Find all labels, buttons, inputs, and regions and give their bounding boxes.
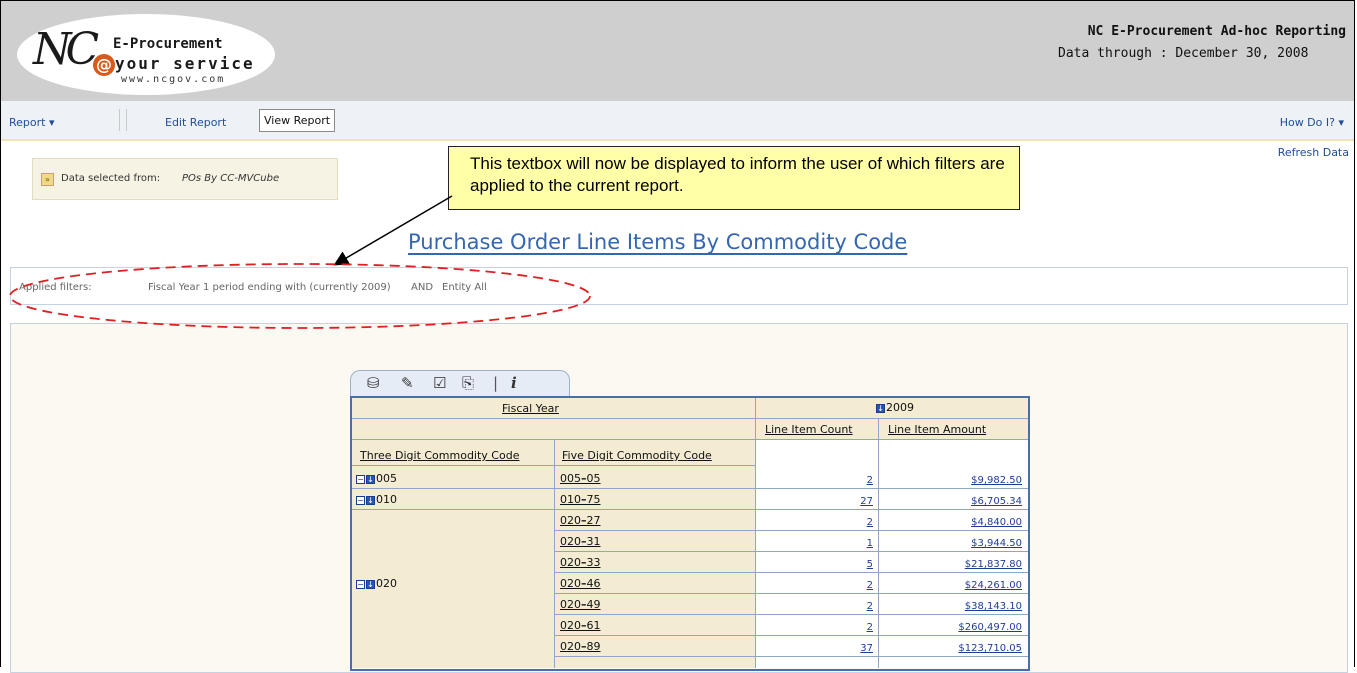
five-digit-code[interactable]: 005–05 — [560, 472, 601, 485]
drill-down-icon[interactable]: ↓ — [366, 495, 375, 505]
line-item-count-header[interactable]: Line Item Count — [765, 423, 853, 436]
line-item-amount-header[interactable]: Line Item Amount — [888, 423, 986, 436]
five-digit-header[interactable]: Five Digit Commodity Code — [562, 449, 712, 462]
code-prefix: 020 — [560, 535, 581, 548]
drill-down-icon[interactable]: ↓ — [366, 474, 375, 484]
grid-line — [352, 439, 1028, 440]
grid-line — [554, 635, 1028, 636]
line-item-count[interactable]: 2 — [756, 601, 873, 612]
line-item-count[interactable]: 27 — [756, 496, 873, 507]
code-suffix: 49 — [586, 598, 601, 611]
three-digit-code[interactable]: − ↓ 005 — [356, 472, 397, 485]
five-digit-code[interactable]: 020–33 — [560, 556, 601, 569]
three-digit-label: 020 — [376, 577, 397, 590]
line-item-amount[interactable]: $9,982.50 — [879, 475, 1022, 486]
code-prefix: 010 — [560, 493, 581, 506]
line-item-amount[interactable]: $4,840.00 — [879, 517, 1022, 528]
five-digit-code[interactable]: 020–27 — [560, 514, 601, 527]
values-area — [755, 439, 1028, 668]
code-suffix: 31 — [586, 535, 601, 548]
three-digit-code[interactable]: − ↓ 010 — [356, 493, 397, 506]
year-label: 2009 — [886, 401, 914, 414]
line-item-amount[interactable]: $38,143.10 — [879, 601, 1022, 612]
grid-line — [554, 593, 1028, 594]
line-item-count[interactable]: 2 — [756, 475, 873, 486]
five-digit-code[interactable]: 010–75 — [560, 493, 601, 506]
code-suffix: 05 — [586, 472, 601, 485]
collapse-icon[interactable]: − — [356, 495, 365, 505]
code-prefix: 020 — [560, 619, 581, 632]
line-item-count[interactable]: 2 — [756, 622, 873, 633]
grid-line — [554, 440, 555, 668]
code-suffix: 46 — [586, 577, 601, 590]
line-item-count[interactable]: 1 — [756, 538, 873, 549]
collapse-icon[interactable]: − — [356, 579, 365, 589]
line-item-amount[interactable]: $21,837.80 — [879, 559, 1022, 570]
line-item-amount[interactable]: $123,710.05 — [879, 643, 1022, 654]
three-digit-label: 010 — [376, 493, 397, 506]
code-suffix: 33 — [586, 556, 601, 569]
drill-icon[interactable]: ⛁ — [367, 374, 380, 392]
annotation-arrow — [333, 195, 453, 266]
toolbar-separator: | — [493, 374, 499, 392]
line-item-count[interactable]: 2 — [756, 517, 873, 528]
five-digit-code[interactable]: 020–31 — [560, 535, 601, 548]
grid-line — [554, 530, 1028, 531]
report-action-toolbar: ⛁ ✎ ☑ ⎘ | i — [350, 370, 570, 397]
code-prefix: 020 — [560, 577, 581, 590]
grid-line — [554, 572, 1028, 573]
checklist-icon[interactable]: ☑ — [433, 374, 446, 392]
code-prefix: 005 — [560, 472, 581, 485]
grid-line — [554, 656, 1028, 657]
pivot-table: Fiscal Year ↓ 2009 Line Item Count Line I… — [350, 396, 1030, 671]
five-digit-code[interactable]: 020–46 — [560, 577, 601, 590]
drill-down-icon[interactable]: ↓ — [876, 403, 885, 413]
grid-line — [554, 551, 1028, 552]
three-digit-code[interactable]: − ↓ 020 — [356, 577, 397, 590]
five-digit-code[interactable]: 020–61 — [560, 619, 601, 632]
five-digit-code[interactable]: 020–89 — [560, 640, 601, 653]
year-header[interactable]: ↓ 2009 — [876, 401, 914, 414]
grid-line — [554, 509, 1028, 510]
drill-down-icon[interactable]: ↓ — [366, 579, 375, 589]
code-prefix: 020 — [560, 640, 581, 653]
info-icon[interactable]: i — [511, 374, 517, 392]
edit-properties-icon[interactable]: ✎ — [401, 374, 414, 392]
grid-line — [554, 614, 1028, 615]
code-suffix: 89 — [586, 640, 601, 653]
code-suffix: 61 — [586, 619, 601, 632]
code-suffix: 27 — [586, 514, 601, 527]
five-digit-code[interactable]: 020–49 — [560, 598, 601, 611]
code-suffix: 75 — [586, 493, 601, 506]
collapse-icon[interactable]: − — [356, 474, 365, 484]
code-prefix: 020 — [560, 514, 581, 527]
code-prefix: 020 — [560, 556, 581, 569]
line-item-amount[interactable]: $6,705.34 — [879, 496, 1022, 507]
grid-line — [352, 418, 1028, 419]
code-prefix: 020 — [560, 598, 581, 611]
line-item-amount[interactable]: $24,261.00 — [879, 580, 1022, 591]
line-item-count[interactable]: 37 — [756, 643, 873, 654]
line-item-count[interactable]: 2 — [756, 580, 873, 591]
grid-line — [554, 488, 1028, 489]
line-item-amount[interactable]: $3,944.50 — [879, 538, 1022, 549]
grid-line — [352, 509, 554, 510]
fiscal-year-header[interactable]: Fiscal Year — [502, 402, 559, 415]
line-item-count[interactable]: 5 — [756, 559, 873, 570]
three-digit-label: 005 — [376, 472, 397, 485]
three-digit-header[interactable]: Three Digit Commodity Code — [360, 449, 519, 462]
filters-highlight-ellipse — [9, 263, 591, 329]
export-icon[interactable]: ⎘ — [462, 374, 474, 392]
grid-line — [352, 488, 554, 489]
line-item-amount[interactable]: $260,497.00 — [879, 622, 1022, 633]
